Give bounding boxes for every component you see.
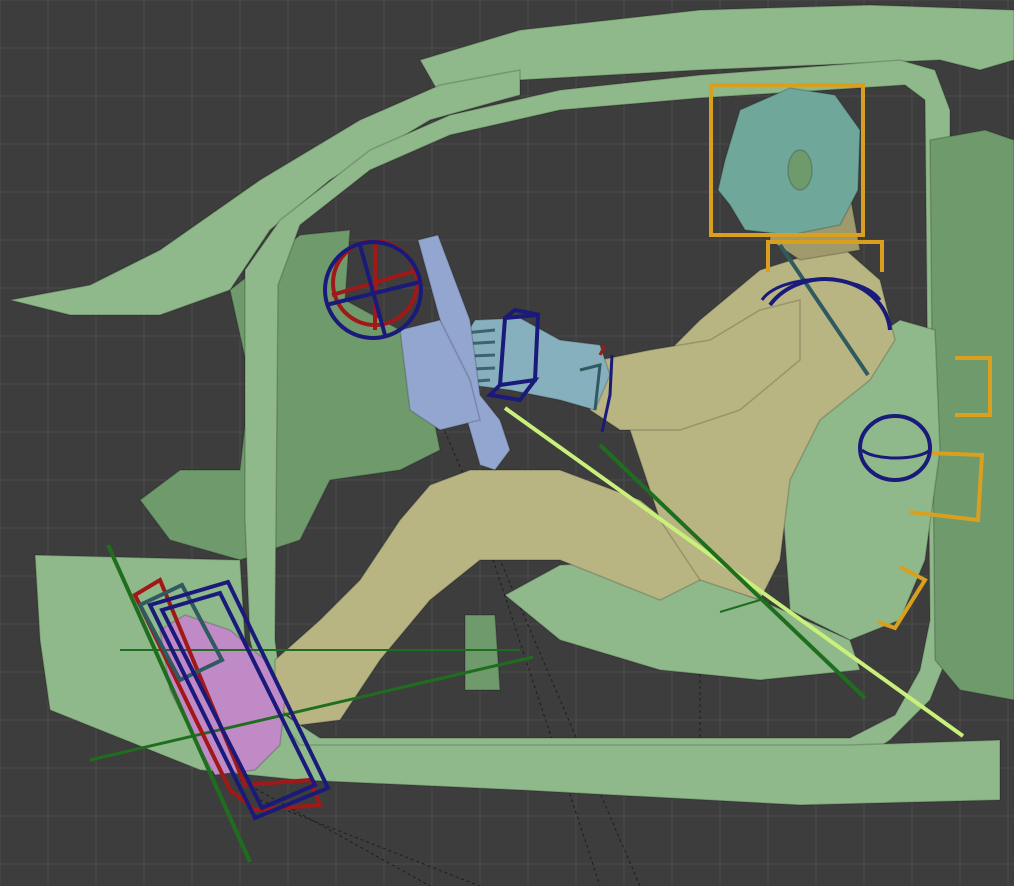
3d-viewport[interactable] (0, 0, 1014, 886)
seat-rail (464, 614, 501, 691)
driver-ear (787, 149, 813, 191)
